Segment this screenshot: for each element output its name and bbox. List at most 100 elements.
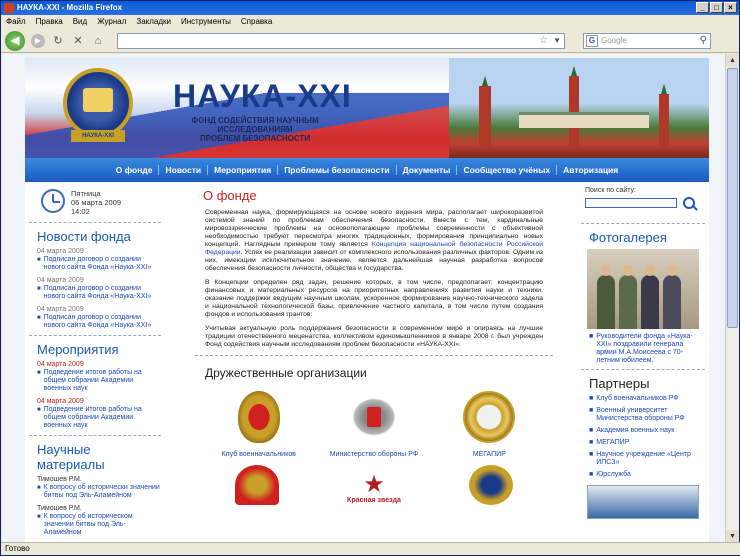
photo-caption-link[interactable]: Руководители фонда «Наука-XXI» поздравил… [596, 333, 705, 365]
menu-history[interactable]: Журнал [97, 15, 126, 29]
news-link[interactable]: Подписан договор о создании нового сайта… [44, 314, 161, 330]
site-logo[interactable]: НАУКА-XXI [63, 68, 133, 150]
nav-about[interactable]: О фонде [110, 165, 160, 175]
window-title: НАУКА-XXI - Mozilla Firefox [17, 3, 123, 12]
nav-security-problems[interactable]: Проблемы безопасности [278, 165, 397, 175]
browser-window: НАУКА-XXI - Mozilla Firefox _ □ × Файл П… [0, 0, 740, 556]
material-link[interactable]: К вопросу об исторически значении битвы … [44, 484, 161, 500]
friends-logos: Клуб военначальников Министерство оборон… [195, 388, 553, 459]
list-item: 04 марта 2009 ■ Подведение итогов работы … [37, 398, 161, 430]
site-header: НАУКА-XXI НАУКА-XXI ФОНД СОДЕЙСТВИЯ НАУЧ… [25, 58, 709, 158]
partner-link[interactable]: Клуб военачальников РФ [596, 395, 678, 403]
gallery-heading[interactable]: Фотогалерея [589, 230, 705, 245]
chevron-down-icon[interactable]: ▼ [553, 36, 561, 45]
photo-caption[interactable]: ■ Руководители фонда «Наука-XXI» поздрави… [589, 333, 705, 365]
person-figure [641, 265, 659, 329]
reload-icon[interactable]: ↻ [51, 34, 65, 48]
red-star-logo[interactable]: ★ Красная звезда [347, 465, 401, 505]
partner-link[interactable]: Научное учреждение «Центр ИПСЗ» [596, 451, 705, 467]
search-icon[interactable] [683, 197, 695, 209]
search-input[interactable]: G Google ⚲ [583, 32, 711, 49]
gallery-photo[interactable] [587, 249, 699, 329]
partner-item[interactable]: ■ МЕГАПИР [589, 439, 705, 447]
list-item: 04 марта 2009 ■ Подписан договор о создан… [37, 277, 161, 301]
site-title: НАУКА-XXI [173, 78, 352, 114]
org-name[interactable]: Клуб военначальников [214, 450, 304, 459]
right-column: Поиск по сайту: Фотогалерея ■ Руководител… [581, 187, 705, 519]
org-card[interactable]: Министерство обороны РФ [329, 388, 419, 459]
list-item: Тимошев Р.М. ■ К вопросу об исторически з… [37, 476, 161, 500]
back-icon[interactable]: ◀ [5, 30, 25, 51]
partner-link[interactable]: Военный университет Министерства обороны… [596, 407, 705, 423]
list-item: 04 марта 2009 ■ Подведение итогов работы … [37, 361, 161, 393]
bookmark-star-icon[interactable]: ☆ [539, 35, 548, 46]
scroll-up-icon[interactable]: ▲ [726, 54, 739, 67]
partner-banner[interactable] [587, 485, 699, 519]
vertical-scrollbar[interactable]: ▲ ▼ [725, 54, 739, 543]
news-date: 04 марта 2009 [37, 306, 84, 313]
partner-link[interactable]: Юрслужба [596, 471, 631, 479]
emblem-icon[interactable] [468, 465, 513, 505]
emblem-icon[interactable] [235, 465, 280, 505]
news-link[interactable]: Подписан договор о создании нового сайта… [44, 256, 161, 272]
event-link[interactable]: Подведение итогов работы на общем собран… [44, 406, 161, 430]
main-column: О фонде Современная наука, формирующаяся… [195, 186, 553, 505]
material-link[interactable]: К вопросу об историческом значении битвы… [44, 513, 161, 537]
close-button[interactable]: × [724, 2, 737, 13]
menu-tools[interactable]: Инструменты [181, 15, 231, 29]
partners-heading: Партнеры [589, 376, 650, 391]
nav-news[interactable]: Новости [159, 165, 209, 175]
search-icon[interactable]: ⚲ [700, 35, 707, 46]
kremlin-palace [519, 112, 649, 128]
menu-help[interactable]: Справка [241, 15, 272, 29]
nav-scientists[interactable]: Сообщество учёных [457, 165, 558, 175]
scrollbar-thumb[interactable] [727, 68, 738, 328]
org-card[interactable]: МЕГАПИР [444, 388, 534, 459]
list-item: Тимошев Р.М. ■ К вопросу об историческом … [37, 505, 161, 537]
partner-item[interactable]: ■ Клуб военачальников РФ [589, 395, 705, 403]
list-item: 04 марта 2009 ■ Подписан договор о создан… [37, 248, 161, 272]
minimize-button[interactable]: _ [696, 2, 709, 13]
status-bar: Готово [1, 542, 740, 555]
person-figure [619, 265, 637, 329]
events-heading[interactable]: Мероприятия [37, 342, 161, 357]
friends-heading: Дружественные организации [205, 366, 367, 380]
menu-edit[interactable]: Правка [36, 15, 63, 29]
menu-view[interactable]: Вид [73, 15, 87, 29]
partner-item[interactable]: ■ Научное учреждение «Центр ИПСЗ» [589, 451, 705, 467]
news-date: 04 марта 2009 [37, 277, 84, 284]
kremlin-image [449, 58, 709, 158]
clock-widget: Пятница 06 марта 2009 14:02 [29, 187, 161, 219]
maximize-button[interactable]: □ [710, 2, 723, 13]
partner-link[interactable]: МЕГАПИР [596, 439, 629, 447]
page-title: О фонде [203, 188, 257, 203]
partner-link[interactable]: Академия военных наук [596, 427, 674, 435]
partner-item[interactable]: ■ Академия военных наук [589, 427, 705, 435]
google-icon[interactable]: G [586, 34, 598, 47]
kremlin-tower [479, 76, 491, 146]
menu-bar: Файл Правка Вид Журнал Закладки Инструме… [1, 15, 739, 29]
menu-bookmarks[interactable]: Закладки [136, 15, 171, 29]
org-name[interactable]: МЕГАПИР [444, 450, 534, 459]
news-date: 04 марта 2009 [37, 248, 84, 255]
news-heading[interactable]: Новости фонда [37, 229, 161, 244]
book-icon [83, 88, 113, 112]
org-card[interactable]: Клуб военначальников [214, 388, 304, 459]
nav-login[interactable]: Авторизация [557, 165, 624, 175]
materials-heading[interactable]: Научные материалы [37, 442, 161, 472]
news-link[interactable]: Подписан договор о создании нового сайта… [44, 285, 161, 301]
event-link[interactable]: Подведение итогов работы на общем собран… [44, 369, 161, 393]
menu-file[interactable]: Файл [6, 15, 26, 29]
stop-icon[interactable]: ✕ [71, 34, 85, 48]
partner-item[interactable]: ■ Юрслужба [589, 471, 705, 479]
home-icon[interactable]: ⌂ [91, 34, 105, 48]
forward-icon[interactable]: ▶ [31, 33, 45, 48]
org-name[interactable]: Министерство обороны РФ [329, 450, 419, 459]
url-bar[interactable]: ☆ ▼ [117, 32, 565, 49]
nav-events[interactable]: Мероприятия [208, 165, 279, 175]
paragraph-text: Успех ее реализации зависит от комплексн… [205, 249, 544, 272]
nav-documents[interactable]: Документы [397, 165, 458, 175]
site-search-input[interactable] [585, 198, 677, 208]
subtitle-line1: ФОНД СОДЕЙСТВИЯ НАУЧНЫМ ИССЛЕДОВАНИЯМ [191, 116, 319, 134]
partner-item[interactable]: ■ Военный университет Министерства оборон… [589, 407, 705, 423]
